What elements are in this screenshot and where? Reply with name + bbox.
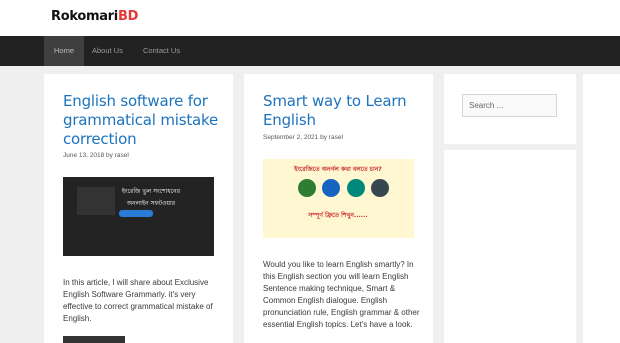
search-input[interactable]: Search ... (462, 94, 557, 117)
app-icon (347, 179, 365, 197)
post-excerpt: Would you like to learn English smartly?… (263, 260, 420, 329)
main-navigation: Home About Us Contact Us (0, 36, 620, 66)
post-meta: June 13, 2018 by rasel (63, 152, 129, 159)
post-author[interactable]: rasel (115, 152, 129, 159)
site-logo[interactable]: RokomariBD (51, 9, 138, 24)
app-icon (322, 179, 340, 197)
site-header: RokomariBD (0, 0, 620, 36)
banner-line-2: সম্পূর্ণ ফ্রিতে শিখুন...... (307, 211, 367, 220)
post-by: by (106, 152, 113, 159)
sidebar-widget (444, 150, 576, 343)
nav-item-home[interactable]: Home (44, 36, 85, 66)
banner-line-2: অনলাইন সফটওয়ার (126, 199, 176, 207)
post-date[interactable]: June 13, 2018 (63, 152, 104, 159)
post-excerpt: In this article, I will share about Excl… (63, 278, 213, 323)
banner-line-1: ইংরেজি ভুল সংশোধনের (121, 188, 181, 195)
read-more-button[interactable] (63, 336, 125, 343)
post-title-link[interactable]: Smart way to Learn English (263, 92, 423, 130)
post-by: by (320, 134, 327, 141)
nav-item-about-us[interactable]: About Us (82, 36, 133, 66)
sidebar-search-widget: Search ... (444, 74, 576, 144)
banner-line-1: ইংরেজিতে অনর্গল কথা বলতে চান? (293, 165, 382, 173)
nav-item-contact-us[interactable]: Contact Us (133, 36, 190, 66)
post-title-link[interactable]: English software for grammatical mistake… (63, 92, 223, 149)
app-icon (298, 179, 316, 197)
page-edge (583, 74, 620, 343)
logo-accent-text: BD (117, 9, 139, 24)
app-icon (371, 179, 389, 197)
post-thumbnail[interactable]: ইংরেজি ভুল সংশোধনের অনলাইন সফটওয়ার (63, 177, 214, 256)
post-meta: September 2, 2021 by rasel (263, 134, 343, 141)
post-date[interactable]: September 2, 2021 (263, 134, 318, 141)
banner-button (119, 210, 153, 217)
post-author[interactable]: rasel (329, 134, 343, 141)
post-card: English software for grammatical mistake… (44, 74, 233, 343)
post-card: Smart way to Learn English September 2, … (244, 74, 433, 343)
post-thumbnail[interactable]: ইংরেজিতে অনর্গল কথা বলতে চান? সম্পূর্ণ ফ… (263, 159, 414, 238)
logo-text: Rokomari (51, 9, 118, 24)
